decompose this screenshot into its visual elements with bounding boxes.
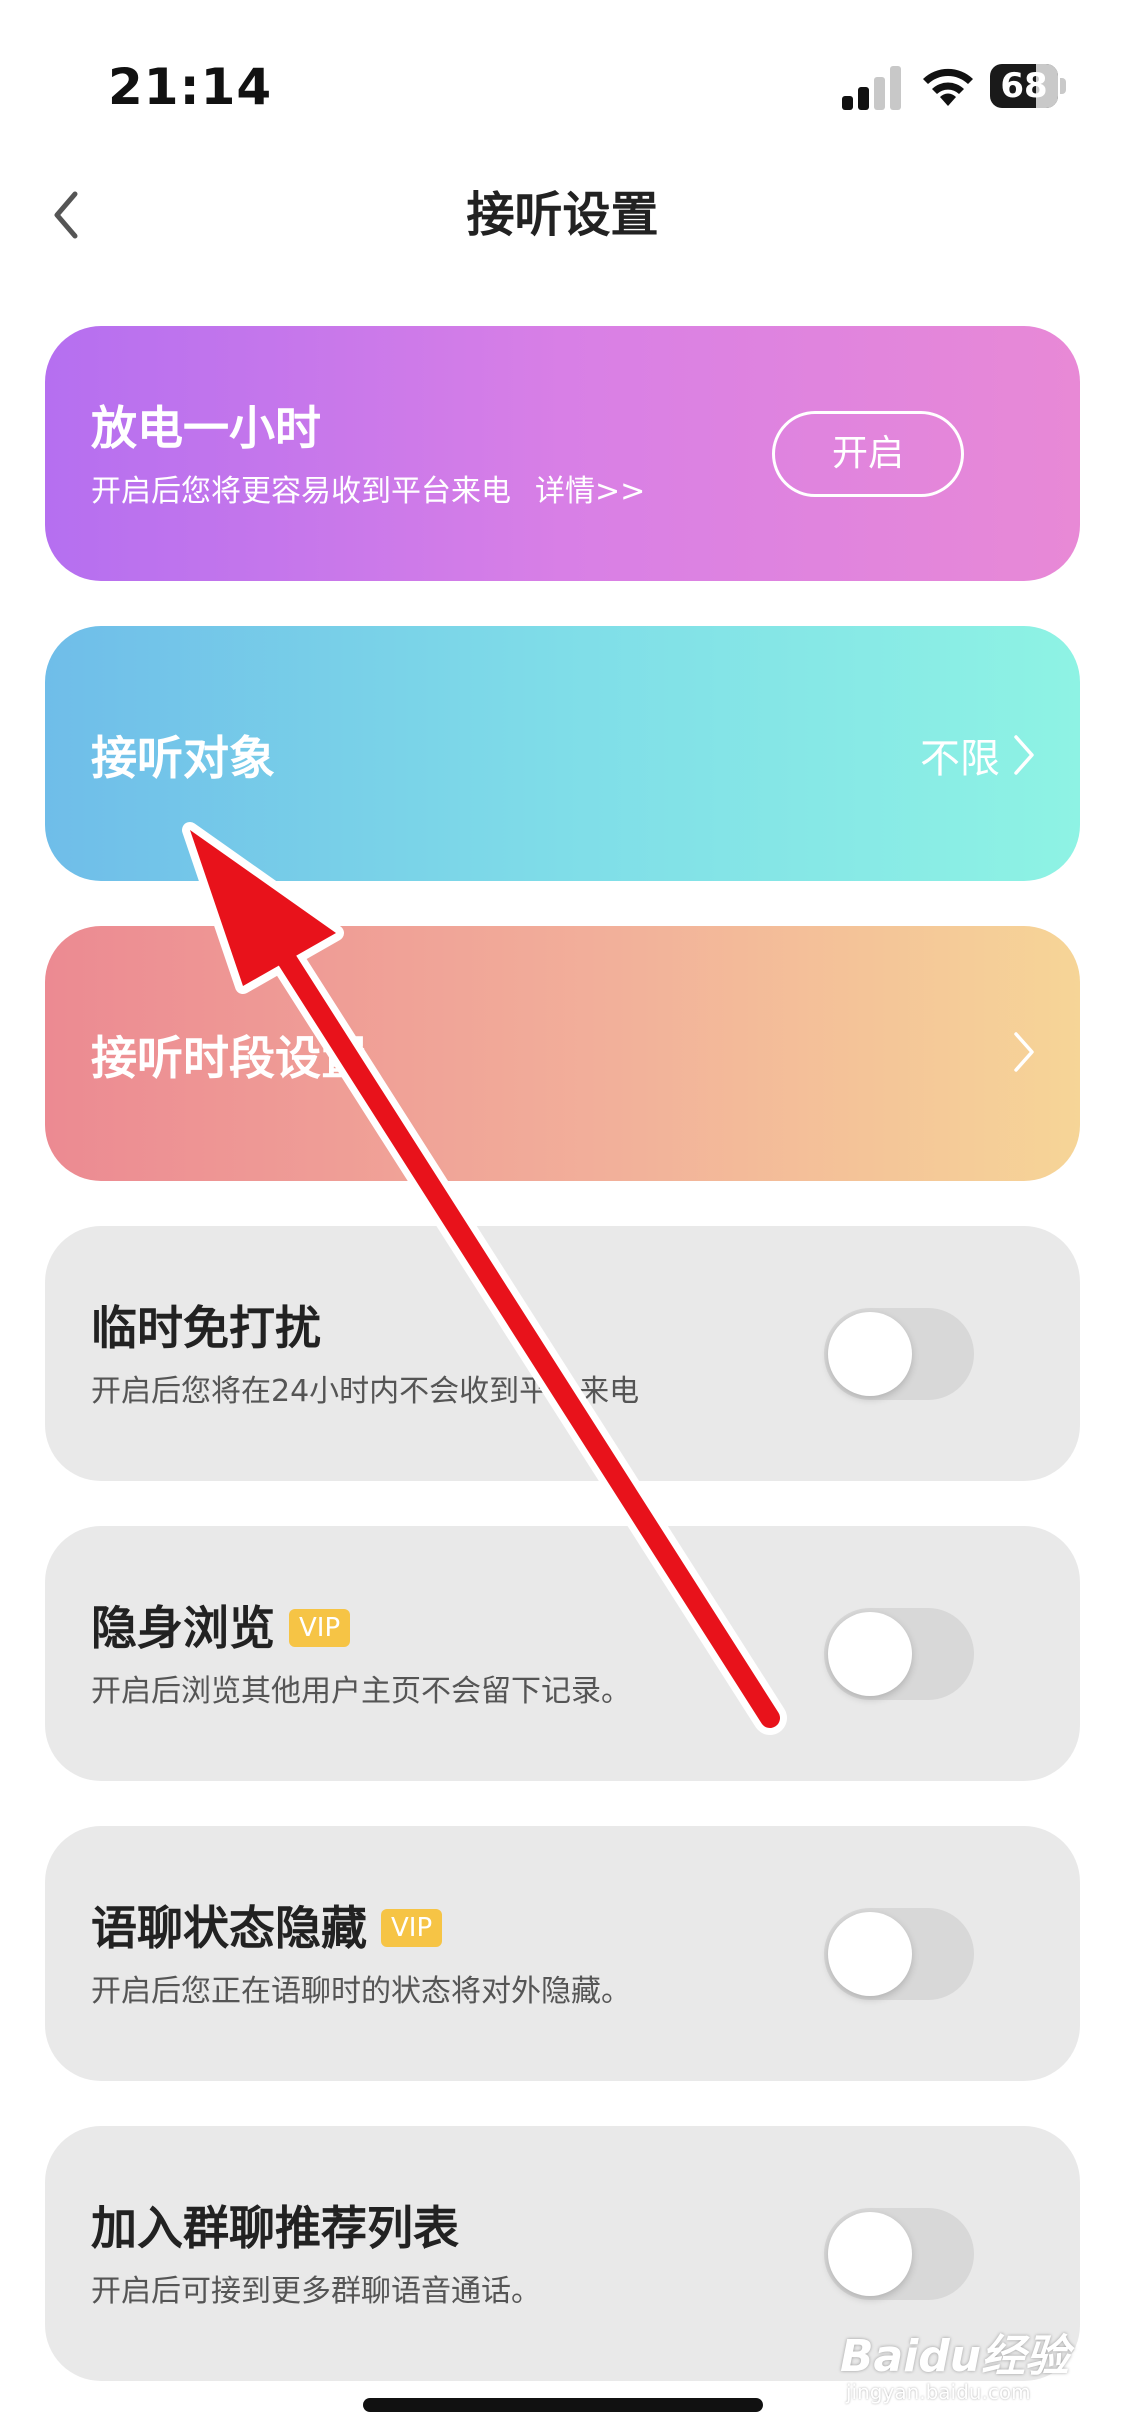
back-button[interactable] — [36, 180, 96, 250]
battery-level: 68 — [1000, 66, 1048, 106]
answer-period-title: 接听时段设置 — [91, 1031, 367, 1085]
discharge-hour-card: 放电一小时 开启后您将更容易收到平台来电 详情>> 开启 — [45, 326, 1080, 581]
answer-target-card[interactable]: 接听对象 不限 — [45, 626, 1080, 881]
incognito-browsing-subtitle: 开启后浏览其他用户主页不会留下记录。 — [91, 1674, 631, 1709]
toggle-knob — [828, 2212, 912, 2296]
page-title: 接听设置 — [466, 187, 659, 243]
do-not-disturb-subtitle: 开启后您将在24小时内不会收到平台来电 — [91, 1374, 640, 1409]
group-chat-recommend-subtitle: 开启后可接到更多群聊语音通话。 — [91, 2274, 541, 2309]
incognito-browsing-card: 隐身浏览 VIP 开启后浏览其他用户主页不会留下记录。 — [45, 1526, 1080, 1781]
do-not-disturb-card: 临时免打扰 开启后您将在24小时内不会收到平台来电 — [45, 1226, 1080, 1481]
answer-period-card[interactable]: 接听时段设置 — [45, 926, 1080, 1181]
voice-chat-status-hide-title-row: 语聊状态隐藏 VIP — [91, 1892, 443, 1958]
toggle-knob — [828, 1612, 912, 1696]
answer-target-value: 不限 — [920, 736, 1000, 782]
discharge-hour-description: 开启后您将更容易收到平台来电 — [91, 474, 511, 509]
incognito-browsing-title-row: 隐身浏览 VIP — [91, 1592, 351, 1658]
status-time: 21:14 — [108, 58, 273, 116]
do-not-disturb-title: 临时免打扰 — [91, 1301, 321, 1355]
voice-chat-status-hide-title: 语聊状态隐藏 — [91, 1901, 367, 1955]
vip-badge: VIP — [289, 1608, 351, 1647]
voice-chat-status-hide-card: 语聊状态隐藏 VIP 开启后您正在语聊时的状态将对外隐藏。 — [45, 1826, 1080, 2081]
details-link[interactable]: 详情>> — [535, 474, 645, 509]
discharge-hour-subtitle: 开启后您将更容易收到平台来电 详情>> — [91, 466, 645, 510]
group-chat-recommend-toggle[interactable] — [824, 2208, 974, 2300]
baidu-jingyan-watermark: Baidu经验 jingyan.baidu.com — [840, 2320, 1080, 2410]
toggle-knob — [828, 1912, 912, 1996]
status-bar: 21:14 68 — [0, 0, 1125, 170]
battery-icon: 68 — [990, 64, 1068, 108]
voice-chat-status-hide-toggle[interactable] — [824, 1908, 974, 2000]
chevron-left-icon — [54, 191, 78, 239]
voice-chat-status-hide-subtitle: 开启后您正在语聊时的状态将对外隐藏。 — [91, 1974, 631, 2009]
answer-target-value-row: 不限 — [920, 726, 1038, 784]
chevron-right-icon — [1014, 1032, 1034, 1072]
watermark-main-text: Baidu经验 — [840, 2331, 1070, 2382]
wifi-icon — [923, 68, 973, 106]
do-not-disturb-toggle[interactable] — [824, 1308, 974, 1400]
answer-target-title: 接听对象 — [91, 731, 275, 785]
enable-button[interactable]: 开启 — [772, 411, 964, 497]
vip-badge: VIP — [381, 1908, 443, 1947]
home-indicator — [363, 2398, 763, 2412]
chevron-right-icon — [1014, 735, 1034, 775]
discharge-hour-title: 放电一小时 — [91, 401, 321, 455]
toggle-knob — [828, 1312, 912, 1396]
answer-period-value-row — [1000, 1030, 1038, 1074]
incognito-browsing-toggle[interactable] — [824, 1608, 974, 1700]
incognito-browsing-title: 隐身浏览 — [91, 1601, 275, 1655]
cellular-signal-icon — [842, 66, 901, 110]
group-chat-recommend-title: 加入群聊推荐列表 — [91, 2201, 459, 2255]
